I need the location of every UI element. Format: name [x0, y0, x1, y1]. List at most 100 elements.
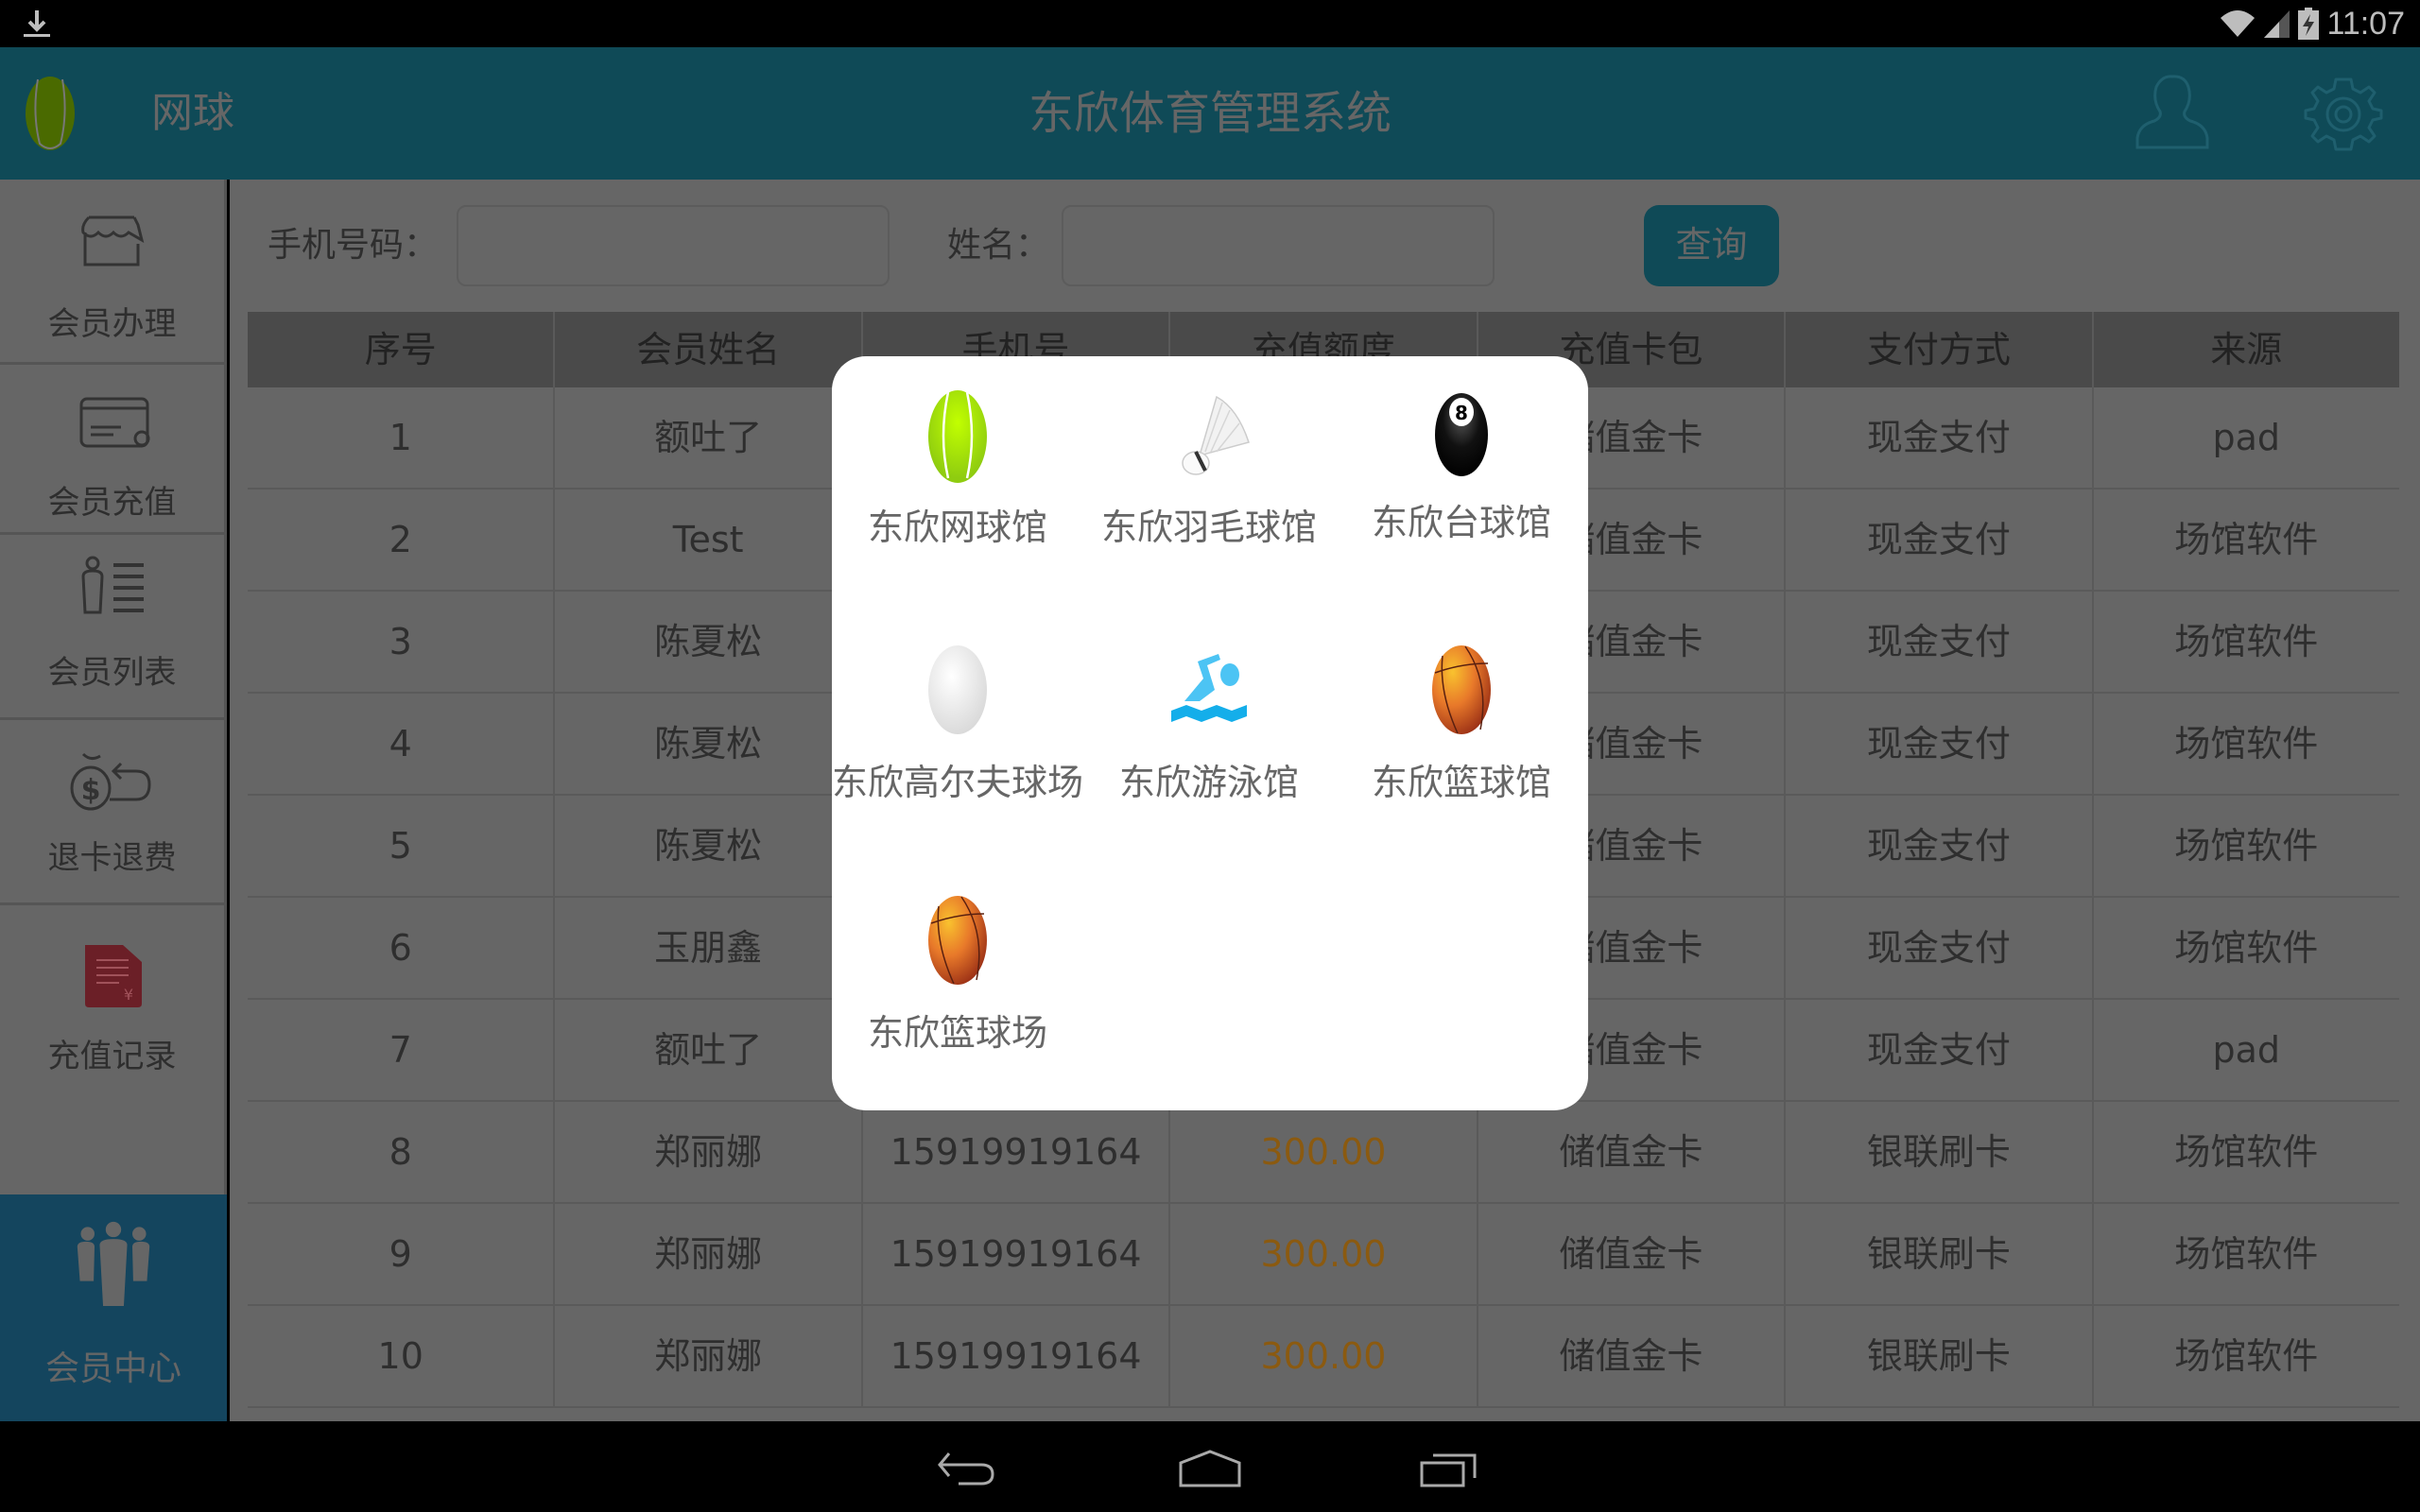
table-cell: pad: [2091, 1000, 2399, 1100]
table-cell: 3: [389, 621, 412, 662]
sidebar-item-label: 退卡退费: [47, 839, 177, 877]
table-row[interactable]: 8 郑丽娜 15919919164 300.00 储值金卡 银联刷卡 场馆软件: [248, 1102, 2399, 1204]
svg-text:8: 8: [1455, 402, 1468, 424]
billiard-8-ball-icon: 8: [1435, 393, 1488, 476]
table-cell: 陈夏松: [553, 592, 860, 692]
venue-label: 东欣台球馆: [1371, 502, 1551, 543]
table-cell: 现金支付: [1784, 592, 2091, 692]
table-cell: 场馆软件: [2091, 694, 2399, 794]
table-cell: 现金支付: [1784, 1000, 2091, 1100]
table-row[interactable]: 9 郑丽娜 15919919164 300.00 储值金卡 银联刷卡 场馆软件: [248, 1204, 2399, 1306]
status-bar: 11:07: [0, 0, 2420, 47]
column-header: 支付方式: [1784, 312, 2091, 387]
sidebar-item-member-register[interactable]: 会员办理: [0, 180, 224, 362]
venue-basketball-hall[interactable]: 东欣篮球馆: [1336, 611, 1587, 848]
venue-billiards[interactable]: 8 东欣台球馆: [1336, 356, 1587, 593]
sidebar-item-label: 充值记录: [47, 1038, 177, 1075]
home-icon[interactable]: [1177, 1450, 1243, 1487]
table-cell: 7: [389, 1029, 412, 1071]
table-row[interactable]: 10 郑丽娜 15919919164 300.00 储值金卡 银联刷卡 场馆软件: [248, 1306, 2399, 1408]
venue-tennis[interactable]: 东欣网球馆: [832, 356, 1083, 593]
sidebar-item-label: 会员中心: [44, 1349, 182, 1388]
table-cell: 银联刷卡: [1784, 1102, 2091, 1202]
golf-ball-icon: [928, 645, 987, 734]
name-input[interactable]: [1062, 205, 1495, 286]
table-cell: 储值金卡: [1476, 1306, 1784, 1406]
download-icon: [24, 10, 50, 37]
system-nav-bar: [0, 1421, 2420, 1512]
table-cell: 银联刷卡: [1784, 1306, 2091, 1406]
user-icon[interactable]: [2132, 74, 2213, 153]
sidebar-item-member-recharge[interactable]: 会员充值: [0, 365, 224, 532]
table-cell: 场馆软件: [2091, 1306, 2399, 1406]
table-cell: 场馆软件: [2091, 796, 2399, 896]
column-header: 来源: [2091, 312, 2399, 387]
column-header: 会员姓名: [553, 312, 860, 387]
table-cell: 6: [389, 927, 412, 969]
table-cell: 15919919164: [860, 1204, 1168, 1304]
phone-label: 手机号码：: [268, 226, 439, 265]
phone-input[interactable]: [457, 205, 890, 286]
venue-swimming[interactable]: 东欣游泳馆: [1083, 611, 1335, 848]
table-cell: 储值金卡: [1476, 1204, 1784, 1304]
venue-badminton[interactable]: 东欣羽毛球馆: [1083, 356, 1335, 593]
table-cell: pad: [2091, 387, 2399, 488]
table-cell: 9: [389, 1233, 412, 1275]
sidebar-item-label: 会员列表: [47, 654, 177, 692]
back-icon[interactable]: [936, 1450, 1002, 1487]
column-header: 序号: [364, 329, 437, 370]
table-cell: 场馆软件: [2091, 490, 2399, 590]
table-cell: 300.00: [1168, 1204, 1476, 1304]
sidebar: 会员办理 会员充值 会员列表 $ 退卡退费 ¥ 充值记录 会员中心: [0, 180, 227, 1421]
venue-label: 东欣游泳馆: [1118, 762, 1299, 803]
query-button[interactable]: 查询: [1644, 205, 1779, 286]
table-cell: 15919919164: [860, 1102, 1168, 1202]
sidebar-item-label: 会员充值: [47, 484, 177, 522]
table-cell: 场馆软件: [2091, 1102, 2399, 1202]
clock: 11:07: [2326, 5, 2405, 42]
table-cell: 玉朋鑫: [553, 898, 860, 998]
table-cell: 300.00: [1168, 1306, 1476, 1406]
members-group-icon: [77, 1221, 150, 1308]
venue-label: 东欣羽毛球馆: [1100, 507, 1317, 548]
table-cell: 郑丽娜: [553, 1306, 860, 1406]
swimmer-icon: [1171, 654, 1247, 722]
table-cell: 15919919164: [860, 1306, 1168, 1406]
signal-icon: [2264, 10, 2290, 38]
gear-icon[interactable]: [2304, 74, 2383, 153]
table-cell: 现金支付: [1784, 898, 2091, 998]
table-cell: 2: [389, 519, 412, 560]
table-cell: 5: [389, 825, 412, 867]
battery-charging-icon: [2298, 8, 2320, 40]
table-cell: 现金支付: [1784, 387, 2091, 488]
sidebar-item-label: 会员办理: [47, 305, 177, 343]
table-cell: 300.00: [1168, 1102, 1476, 1202]
venue-basketball-court[interactable]: 东欣篮球场: [832, 862, 1083, 1098]
sidebar-item-refund[interactable]: $ 退卡退费: [0, 720, 224, 902]
table-cell: 现金支付: [1784, 490, 2091, 590]
venue-label: 东欣篮球馆: [1371, 762, 1551, 803]
table-cell: 额吐了: [553, 387, 860, 488]
recent-apps-icon[interactable]: [1418, 1450, 1484, 1487]
card-add-icon: [79, 397, 150, 448]
recharge-record-icon: ¥: [85, 945, 142, 1007]
table-cell: 储值金卡: [1476, 1102, 1784, 1202]
venue-golf[interactable]: 东欣高尔夫球场: [832, 611, 1083, 848]
tennis-ball-icon: [928, 390, 987, 483]
svg-text:$: $: [81, 774, 101, 807]
table-cell: 10: [377, 1335, 424, 1377]
store-icon: [81, 215, 145, 266]
sidebar-item-member-center[interactable]: 会员中心: [0, 1194, 227, 1421]
name-label: 姓名：: [947, 226, 1050, 265]
svg-text:¥: ¥: [124, 986, 133, 1004]
table-cell: 场馆软件: [2091, 592, 2399, 692]
table-cell: 1: [389, 417, 412, 458]
sidebar-item-member-list[interactable]: 会员列表: [0, 535, 224, 717]
table-cell: 银联刷卡: [1784, 1204, 2091, 1304]
table-cell: 8: [389, 1131, 412, 1173]
app-title: 东欣体育管理系统: [1028, 87, 1392, 140]
sidebar-item-recharge-record[interactable]: ¥ 充值记录: [0, 905, 224, 1088]
venue-label: 东欣高尔夫球场: [831, 762, 1083, 803]
table-cell: 陈夏松: [553, 796, 860, 896]
wifi-icon: [2221, 10, 2256, 37]
